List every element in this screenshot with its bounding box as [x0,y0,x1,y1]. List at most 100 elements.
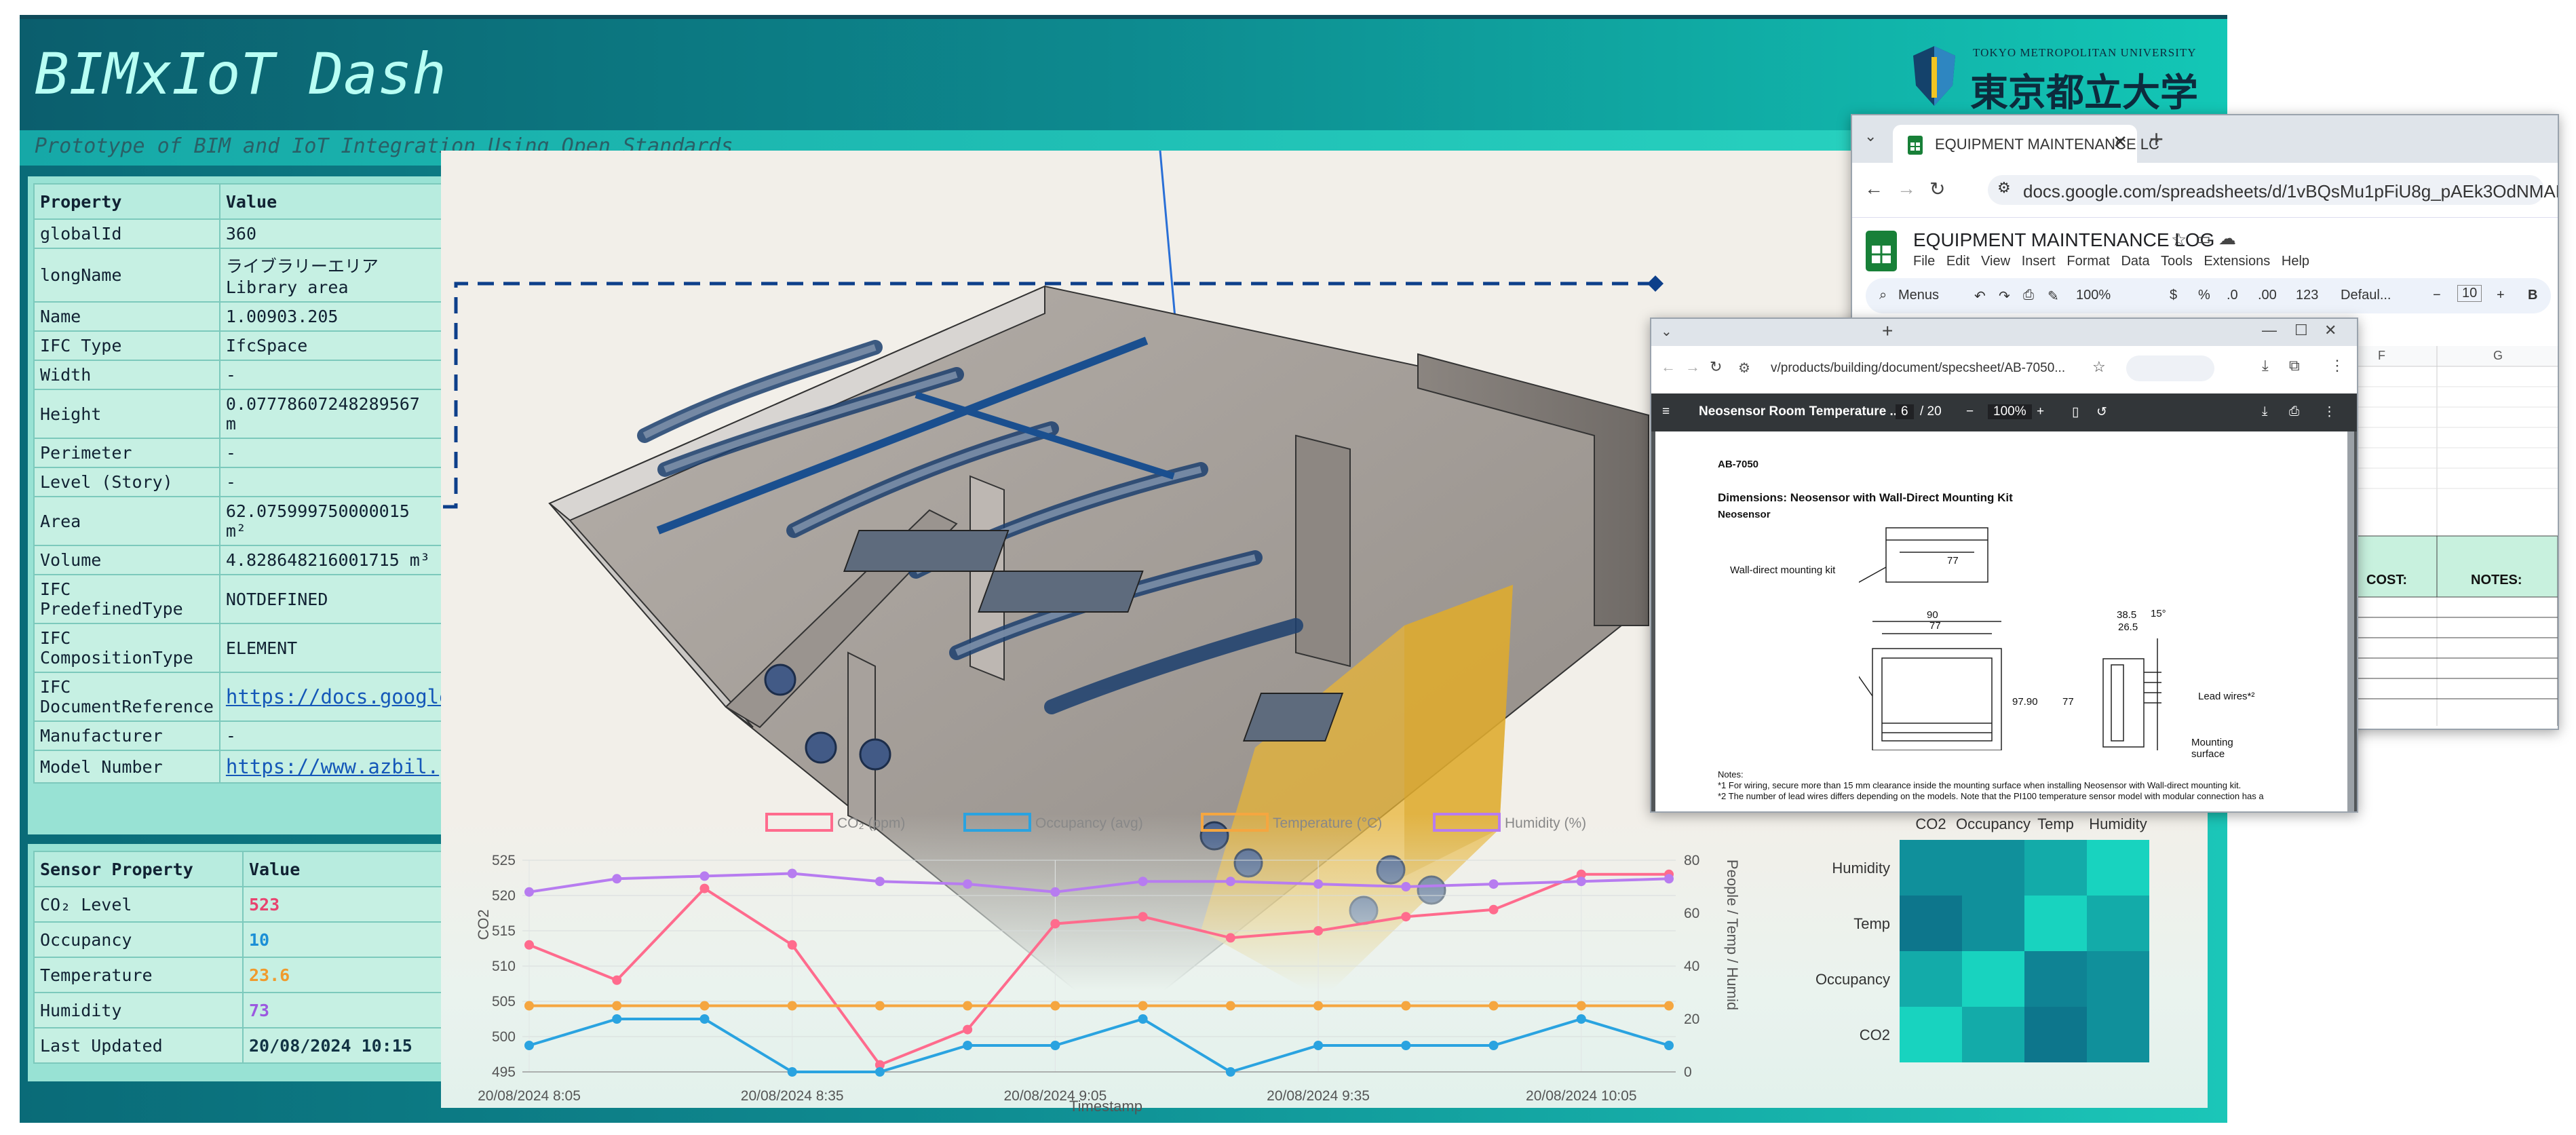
document-title[interactable]: EQUIPMENT MAINTENANCE LOG [1913,229,2214,251]
heatmap-cell [1962,1007,2024,1062]
page-number-input[interactable]: 6 [1896,404,1914,419]
back-arrow-icon[interactable]: ← [1661,358,1676,376]
property-key: Volume [33,545,220,575]
value-line: 0.07778607248289567 [225,394,420,414]
site-settings-icon[interactable]: ⚙ [1738,360,1750,377]
site-settings-icon[interactable]: ⚙ [1997,179,2011,197]
menu-data[interactable]: Data [2121,254,2149,269]
reload-icon[interactable]: ↻ [1929,178,1945,200]
number-format-button[interactable]: 123 [2296,288,2318,303]
back-arrow-icon[interactable]: ← [1864,178,1883,199]
font-size-input[interactable]: 10 [2457,285,2482,302]
maximize-icon[interactable]: ☐ [2294,322,2308,339]
data-point [1050,1001,1060,1011]
y-tick-label: 515 [492,923,516,939]
new-tab-plus-icon[interactable]: + [2149,125,2164,153]
minimize-icon[interactable]: — [2262,322,2277,339]
model-number-link[interactable]: https://www.azbil. [226,755,439,778]
hamburger-menu-icon[interactable]: ≡ [1662,404,1670,419]
print-icon[interactable]: ⎙ [2023,288,2034,303]
zoom-in-icon[interactable]: + [2037,404,2044,419]
zoom-level-input[interactable]: 100% [1988,404,2032,419]
data-point [1401,1001,1411,1011]
fit-page-icon[interactable]: ▯ [2072,404,2079,420]
menu-file[interactable]: File [1913,254,1935,269]
dimension-label: 77 [1947,555,1959,566]
menu-insert[interactable]: Insert [2022,254,2056,269]
sensor-value-header: Value [242,851,457,887]
pdf-more-icon[interactable]: ⋮ [2323,404,2336,420]
data-point [1488,879,1499,889]
percent-format-button[interactable]: % [2198,288,2210,303]
rotate-icon[interactable]: ↺ [2096,404,2107,420]
forward-arrow-icon[interactable]: → [1685,358,1700,376]
pdf-print-icon[interactable]: ⎙ [2289,404,2299,419]
more-menu-icon[interactable]: ⋮ [2330,357,2345,374]
pdf-body[interactable]: AB-7050 Dimensions: Neosensor with Wall-… [1651,431,2357,811]
table-row: IFC PredefinedType NOTDEFINED [33,574,458,624]
zoom-out-icon[interactable]: − [1966,404,1974,419]
undo-icon[interactable]: ↶ [1974,288,1986,305]
profile-pill[interactable] [2126,355,2214,381]
data-point [1488,1041,1499,1050]
decrease-decimal-button[interactable]: .0 [2227,288,2238,303]
column-header-g[interactable]: G [2493,349,2503,363]
folder-icon[interactable]: ▭ [2195,229,2211,249]
search-menus-icon[interactable]: ⌕ [1879,288,1887,303]
tab-list-chevron-icon[interactable]: ⌄ [1661,323,1672,340]
value-line: Library area [225,277,349,297]
sheet-toolbar: ⌕ Menus ↶ ↷ ⎙ ✎ 100% $ % .0 .00 123 Defa… [1866,278,2551,313]
pdf-viewer-window[interactable]: ⌄ + — ☐ ✕ ← → ↻ ⚙ v/products/building/do… [1650,318,2358,813]
search-menus-button[interactable]: Menus [1898,288,1939,303]
property-key: Width [33,360,220,390]
tab-list-chevron-icon[interactable]: ⌄ [1864,128,1877,145]
column-header-f[interactable]: F [2378,349,2385,363]
notes-header-cell[interactable]: NOTES: [2471,573,2522,588]
sensor-property-header: Sensor Property [33,851,244,887]
redo-icon[interactable]: ↷ [1999,288,2010,305]
bold-button[interactable]: B [2528,288,2537,303]
increase-decimal-button[interactable]: .00 [2258,288,2277,303]
legend-swatch [765,813,833,832]
download-icon[interactable]: ⤓ [2262,357,2269,374]
menu-extensions[interactable]: Extensions [2204,254,2270,269]
property-value: IfcSpace [218,330,458,361]
dimension-drawing [1859,527,2161,750]
menu-help[interactable]: Help [2282,254,2309,269]
pdf-scrollbar[interactable] [2347,431,2354,811]
font-select[interactable]: Defaul... [2341,288,2391,303]
star-icon[interactable]: ☆ [2171,229,2187,250]
property-value: - [218,720,458,751]
y2-tick-label: 80 [1684,853,1699,868]
browser-tab[interactable]: EQUIPMENT MAINTENANCE LC ✕ [1893,125,2159,163]
forward-arrow-icon[interactable]: → [1897,178,1916,199]
property-value: https://docs.google [218,672,458,722]
table-row: Height 0.07778607248289567 m [33,389,458,439]
paint-format-icon[interactable]: ✎ [2048,288,2059,305]
menu-view[interactable]: View [1981,254,2010,269]
cost-header-cell[interactable]: COST: [2366,573,2407,588]
y-tick-label: 495 [492,1064,516,1080]
menu-tools[interactable]: Tools [2161,254,2193,269]
new-tab-plus-icon[interactable]: + [1882,320,1893,342]
font-size-decrease-icon[interactable]: − [2433,288,2441,303]
bookmark-star-icon[interactable]: ☆ [2092,358,2106,376]
property-value: - [218,467,458,497]
font-size-increase-icon[interactable]: + [2497,288,2505,303]
menu-format[interactable]: Format [2066,254,2109,269]
menu-edit[interactable]: Edit [1946,254,1969,269]
url-field[interactable]: ⚙ docs.google.com/spreadsheets/d/1vBQsMu… [1988,175,2558,205]
pdf-url-text[interactable]: v/products/building/document/specsheet/A… [1771,361,2065,376]
sheet-menu-bar: File Edit View Insert Format Data Tools … [1913,254,2309,269]
table-row: globalId 360 [33,218,458,249]
zoom-select[interactable]: 100% [2076,288,2111,303]
pdf-download-icon[interactable]: ⤓ [2262,404,2267,419]
extensions-icon[interactable]: ⧉ [2289,357,2300,374]
reload-icon[interactable]: ↻ [1710,358,1722,376]
currency-format-button[interactable]: $ [2170,288,2177,303]
property-key: IFC DocumentReference [33,672,220,722]
heatmap-cell [2087,896,2149,951]
window-close-icon[interactable]: ✕ [2324,322,2337,339]
document-reference-link[interactable]: https://docs.google [226,685,451,708]
tab-close-icon[interactable]: ✕ [2113,132,2128,153]
